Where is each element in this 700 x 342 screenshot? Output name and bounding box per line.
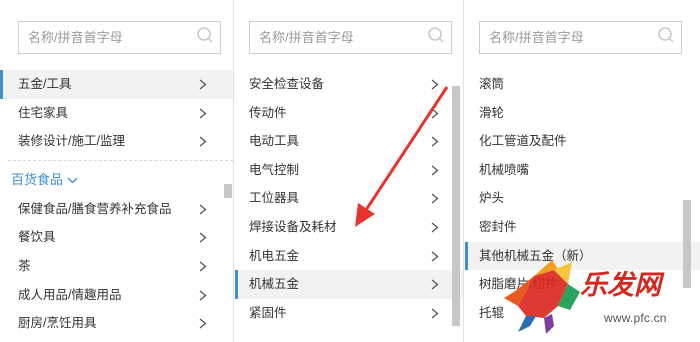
chevron-right-icon xyxy=(431,79,439,90)
category-item-tea[interactable]: 茶 xyxy=(0,252,233,281)
chevron-right-icon xyxy=(199,318,207,329)
chevron-right-icon xyxy=(431,136,439,147)
search-icon[interactable] xyxy=(196,26,214,44)
category-item-kitchen[interactable]: 厨房/烹饪用具 xyxy=(0,309,233,338)
category-column-level1: 五金/工具 住宅家具 装修设计/施工/监理 百货食品 保健食品/膳食营养补充食品… xyxy=(0,0,234,342)
category-item-label: 密封件 xyxy=(479,219,517,234)
category-item-seal[interactable]: 密封件 xyxy=(465,213,700,242)
chevron-right-icon xyxy=(431,251,439,262)
category-item-label: 机械喷嘴 xyxy=(479,162,530,177)
category-item-workstation[interactable]: 工位器具 xyxy=(235,184,463,213)
category-item-label: 滚筒 xyxy=(479,77,505,91)
category-item-label: 茶 xyxy=(18,258,31,273)
category-item-label: 保健食品/膳食营养补充食品 xyxy=(18,201,172,216)
search-box-level3 xyxy=(479,21,682,54)
category-item-nozzle[interactable]: 机械喷嘴 xyxy=(465,156,700,185)
category-item-label: 成人用品/情趣用品 xyxy=(18,287,122,302)
category-item-label: 工位器具 xyxy=(249,191,300,206)
category-list-level1: 五金/工具 住宅家具 装修设计/施工/监理 百货食品 保健食品/膳食营养补充食品… xyxy=(0,70,233,338)
search-icon[interactable] xyxy=(427,26,445,44)
category-item-electrical-control[interactable]: 电气控制 xyxy=(235,156,463,185)
chevron-right-icon xyxy=(199,261,207,272)
chevron-right-icon xyxy=(431,108,439,119)
group-label: 百货食品 xyxy=(11,171,64,187)
chevron-right-icon xyxy=(431,193,439,204)
category-item-label: 机械五金 xyxy=(249,277,300,292)
category-item-tableware[interactable]: 餐饮具 xyxy=(0,223,233,252)
chevron-right-icon xyxy=(199,232,207,243)
category-item-mechanical-hardware[interactable]: 机械五金 xyxy=(235,270,463,299)
search-box-level1 xyxy=(18,21,221,54)
category-item-label: 炉头 xyxy=(479,191,505,206)
search-input-level1[interactable] xyxy=(19,22,179,53)
category-item-adult[interactable]: 成人用品/情趣用品 xyxy=(0,281,233,310)
watermark-url: www.pfc.cn xyxy=(604,311,667,325)
scrollbar-thumb-level2[interactable] xyxy=(452,86,460,326)
chevron-right-icon xyxy=(431,279,439,290)
watermark-brand-text: 乐发网 xyxy=(580,270,665,301)
category-column-level2: 安全检查设备 传动件 电动工具 电气控制 工位器具 焊接设备及耗材 机电五金 机… xyxy=(235,0,464,342)
category-item-label: 滑轮 xyxy=(479,105,505,120)
category-item-health-food[interactable]: 保健食品/膳食营养补充食品 xyxy=(0,195,233,224)
category-item-label: 五金/工具 xyxy=(18,77,72,91)
category-item-label: 电气控制 xyxy=(249,162,300,177)
search-icon[interactable] xyxy=(657,26,675,44)
chevron-right-icon xyxy=(199,136,207,147)
scrollbar-thumb-level1[interactable] xyxy=(224,184,232,198)
search-box-level2 xyxy=(249,21,452,54)
search-input-level2[interactable] xyxy=(250,22,410,53)
category-item-label: 安全检查设备 xyxy=(249,77,325,91)
category-item-label: 焊接设备及耗材 xyxy=(249,219,337,234)
category-item-hardware-tools[interactable]: 五金/工具 xyxy=(0,70,233,99)
category-item-chemical-pipe[interactable]: 化工管道及配件 xyxy=(465,127,700,156)
category-list-level2: 安全检查设备 传动件 电动工具 电气控制 工位器具 焊接设备及耗材 机电五金 机… xyxy=(235,70,463,327)
category-item-pulley[interactable]: 滑轮 xyxy=(465,99,700,128)
category-item-home-furniture[interactable]: 住宅家具 xyxy=(0,99,233,128)
chevron-right-icon xyxy=(431,165,439,176)
category-item-welding[interactable]: 焊接设备及耗材 xyxy=(235,213,463,242)
group-divider xyxy=(8,159,233,161)
category-item-label: 传动件 xyxy=(249,105,287,120)
category-item-electromechanical[interactable]: 机电五金 xyxy=(235,242,463,271)
category-item-label: 机电五金 xyxy=(249,248,300,263)
category-item-burner[interactable]: 炉头 xyxy=(465,184,700,213)
category-item-power-tools[interactable]: 电动工具 xyxy=(235,127,463,156)
category-item-label: 餐饮具 xyxy=(18,230,56,245)
category-item-label: 厨房/烹饪用具 xyxy=(18,316,97,331)
chevron-right-icon xyxy=(431,308,439,319)
chevron-right-icon xyxy=(199,204,207,215)
category-item-decoration[interactable]: 装修设计/施工/监理 xyxy=(0,127,233,156)
chevron-down-icon xyxy=(67,177,78,184)
chevron-right-icon xyxy=(199,108,207,119)
category-item-label: 住宅家具 xyxy=(18,105,69,120)
category-item-label: 紧固件 xyxy=(249,305,287,320)
chevron-right-icon xyxy=(199,79,207,90)
category-item-label: 化工管道及配件 xyxy=(479,134,567,149)
category-item-roller[interactable]: 滚筒 xyxy=(465,70,700,99)
category-group-department-food[interactable]: 百货食品 xyxy=(0,165,233,195)
category-item-transmission[interactable]: 传动件 xyxy=(235,99,463,128)
chevron-right-icon xyxy=(431,222,439,233)
category-item-fasteners[interactable]: 紧固件 xyxy=(235,299,463,328)
category-item-safety-equipment[interactable]: 安全检查设备 xyxy=(235,70,463,99)
chevron-right-icon xyxy=(199,290,207,301)
category-item-label: 电动工具 xyxy=(249,134,300,149)
search-input-level3[interactable] xyxy=(480,22,640,53)
category-item-label: 装修设计/施工/监理 xyxy=(18,134,125,149)
